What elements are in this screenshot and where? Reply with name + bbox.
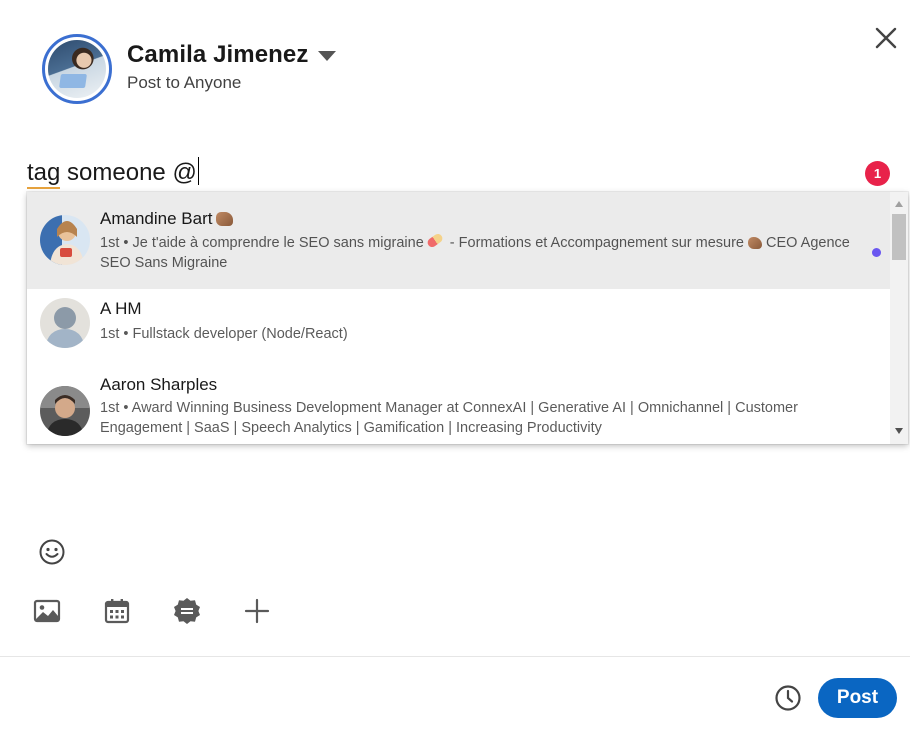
flexed-arm-icon xyxy=(216,212,234,226)
post-visibility[interactable]: Post to Anyone xyxy=(127,73,241,93)
post-editor[interactable]: tag someone @ xyxy=(27,157,200,189)
avatar xyxy=(40,215,90,265)
author-avatar xyxy=(42,34,112,104)
flexed-arm-icon xyxy=(747,237,762,249)
text-cursor xyxy=(197,157,200,185)
scroll-thumb[interactable] xyxy=(892,214,906,260)
clock-icon[interactable] xyxy=(774,684,802,712)
scroll-up-arrow-icon[interactable] xyxy=(895,201,903,207)
caret-down-icon[interactable] xyxy=(318,51,336,61)
avatar xyxy=(40,298,90,348)
scroll-down-arrow-icon[interactable] xyxy=(895,428,903,434)
pill-icon xyxy=(425,232,444,249)
scrollbar[interactable] xyxy=(890,192,908,444)
mention-item-a-hm[interactable]: A HM 1st • Fullstack developer (Node/Rea… xyxy=(27,289,890,365)
smiley-icon[interactable] xyxy=(38,538,66,571)
author-name[interactable]: Camila Jimenez xyxy=(127,41,308,69)
notification-badge: 1 xyxy=(865,161,890,186)
unread-indicator xyxy=(872,248,881,257)
mention-item-amandine-bart[interactable]: Amandine Bart 1st • Je t'aide à comprend… xyxy=(27,192,890,289)
badge-icon[interactable] xyxy=(172,596,202,631)
post-button[interactable]: Post xyxy=(818,678,897,718)
avatar xyxy=(40,386,90,436)
image-icon[interactable] xyxy=(33,598,61,629)
mention-name: Aaron Sharples xyxy=(100,375,218,394)
editor-text-rest: someone @ xyxy=(60,159,197,186)
footer-divider xyxy=(0,656,910,657)
tagged-word: tag xyxy=(27,159,61,189)
mention-name: Amandine Bart xyxy=(100,209,234,229)
mention-name: A HM xyxy=(100,299,142,318)
mention-headline: 1st • Award Winning Business Development… xyxy=(100,400,798,436)
mention-headline: 1st • Fullstack developer (Node/React) xyxy=(100,326,348,342)
mention-suggestions: Amandine Bart 1st • Je t'aide à comprend… xyxy=(27,192,908,444)
calendar-icon[interactable] xyxy=(103,597,131,630)
close-icon[interactable] xyxy=(870,22,902,54)
mention-headline: 1st • Je t'aide à comprendre le SEO sans… xyxy=(100,232,860,273)
plus-icon[interactable] xyxy=(243,597,271,630)
mention-item-aaron-sharples[interactable]: Aaron Sharples 1st • Award Winning Busin… xyxy=(27,365,890,444)
